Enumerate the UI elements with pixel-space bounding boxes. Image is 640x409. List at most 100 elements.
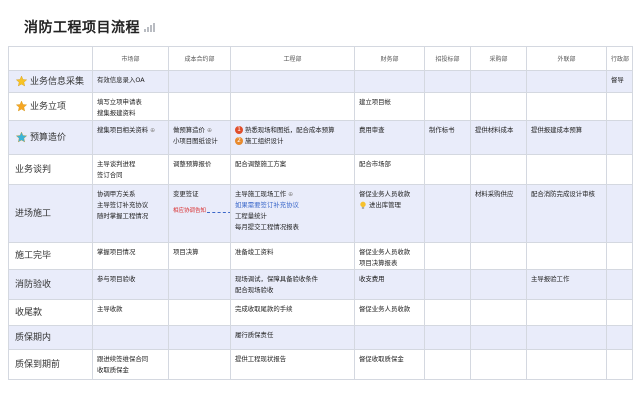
cell-text: 掌握项目情况 [97, 248, 136, 256]
table-cell [230, 92, 355, 121]
cell-text: 小项目图纸设计 [173, 137, 218, 145]
table-cell [92, 325, 169, 350]
table-cell [470, 299, 527, 326]
cell-text: 项目决算 [173, 248, 199, 256]
table-cell [424, 349, 471, 380]
cell-text: 建立项目帐 [359, 98, 391, 106]
row-label: 施工完毕 [8, 242, 93, 270]
cell-text: 配合现场验收 [235, 286, 274, 294]
cell-text: 2 施工组织设计 [235, 136, 350, 147]
table-cell [424, 242, 471, 270]
table-cell: 建立项目帐 [354, 92, 425, 121]
table-cell [424, 70, 471, 93]
cell-text: 督导 [611, 76, 624, 84]
table-row: 业务立项 填写立项申请表 搜集报建资料 建立项目帐 [8, 92, 633, 121]
table-cell: 主导谈判进程 签订合同 [92, 154, 169, 185]
process-document: 消防工程项目流程 市场部 成本合约部 工程部 财务部 招投标部 采购部 外联部 … [0, 0, 640, 409]
header-cell [8, 46, 93, 71]
table-cell: 项目决算 [168, 242, 231, 270]
row-label: 质保期内 [8, 325, 93, 350]
table-cell: 督导 [606, 70, 633, 93]
cell-text: 签订合同 [97, 171, 123, 179]
table-cell: 调整预算报价 [168, 154, 231, 185]
table-row: 业务谈判 主导谈判进程 签订合同 调整预算报价 配合调整施工方案 配合市场部 [8, 154, 633, 185]
table-cell: 变更签证 相应协调告知 [168, 184, 231, 243]
cell-text: 调整预算报价 [173, 160, 212, 168]
cell-text: 1 熟悉现场和图纸，配合成本预算 [235, 125, 350, 136]
cell-text: 督促业务人员收款 [359, 190, 411, 198]
table-cell: 配合市场部 [354, 154, 425, 185]
header-cell: 财务部 [354, 46, 425, 71]
table-cell [470, 92, 527, 121]
table-cell [526, 70, 607, 93]
table-cell [168, 269, 231, 300]
table-cell [606, 325, 633, 350]
cell-text: 履行质保责任 [235, 331, 274, 339]
table-cell: 主导报验工作 [526, 269, 607, 300]
table-cell: 提供材料成本 [470, 120, 527, 155]
cell-text: 收支费用 [359, 275, 385, 283]
row-label: 预算造价 [8, 120, 93, 155]
table-cell [424, 92, 471, 121]
row-label: 业务谈判 [8, 154, 93, 185]
cell-text: 进出库管理 [359, 200, 420, 211]
table-cell: 掌握项目情况 [92, 242, 169, 270]
table-cell [470, 242, 527, 270]
table-cell: 主导施工现场工作 ⊕ 如果需要签订补充协议 工程量统计 每月提交工程情况报表 [230, 184, 355, 243]
table-row: 预算造价 搜集项目相关资料 ⊕ 做预算造价 ⊕ 小项目图纸设计 1 熟悉现场和图纸，配合成本预… [8, 120, 633, 155]
table-cell [168, 70, 231, 93]
table-cell [470, 349, 527, 380]
table-cell [470, 269, 527, 300]
cell-text: 督促业务人员收款 [359, 248, 411, 256]
cell-text: 提供报建成本预算 [531, 126, 583, 134]
cell-text: 主导签订补充协议 [97, 201, 149, 209]
table-cell [606, 184, 633, 243]
table-cell: 配合调整施工方案 [230, 154, 355, 185]
table-cell: 参与项目验收 [92, 269, 169, 300]
table-cell [424, 154, 471, 185]
expand-plus-icon[interactable]: ⊕ [207, 125, 212, 136]
orange-star-icon [15, 100, 28, 112]
table-cell: 收支费用 [354, 269, 425, 300]
cell-text: 准备竣工资料 [235, 248, 274, 256]
lightbulb-icon [359, 201, 367, 210]
red-badge-icon: 1 [235, 126, 243, 134]
cell-text: 配合消防完成设计审核 [531, 190, 595, 198]
cell-text: 督促收取质保金 [359, 355, 404, 363]
table-cell: 有效信息录入OA [92, 70, 169, 93]
table-cell [606, 242, 633, 270]
table-cell [526, 325, 607, 350]
header-cell: 成本合约部 [168, 46, 231, 71]
table-cell [424, 325, 471, 350]
table-row: 消防验收 参与项目验收 现场调试，保障具备验收条件 配合现场验收 收支费用 主导报验工作 [8, 269, 633, 300]
expand-plus-icon[interactable]: ⊕ [288, 189, 293, 200]
table-cell [424, 184, 471, 243]
cell-text: 变更签证 [173, 190, 199, 198]
table-cell [606, 92, 633, 121]
table-cell: 跟进续签维保合同 收取质保金 [92, 349, 169, 380]
table-cell [354, 70, 425, 93]
table-cell: 督促业务人员收款进出库管理 [354, 184, 425, 243]
header-cell: 工程部 [230, 46, 355, 71]
table-cell: 制作标书 [424, 120, 471, 155]
cell-text: 制作标书 [429, 126, 455, 134]
table-row: 质保到期前 跟进续签维保合同 收取质保金 提供工程现状报告 督促收取质保金 [8, 349, 633, 380]
cell-text: 协调甲方关系 [97, 190, 136, 198]
table-cell [606, 269, 633, 300]
table-cell [168, 325, 231, 350]
table-row: 施工完毕 掌握项目情况 项目决算 准备竣工资料 督促业务人员收款 项目决算报表 [8, 242, 633, 270]
cell-text: 主导谈判进程 [97, 160, 136, 168]
table-cell [168, 299, 231, 326]
table-cell [606, 349, 633, 380]
header-cell: 外联部 [526, 46, 607, 71]
cell-text: 每月提交工程情况报表 [235, 223, 299, 231]
table-cell [424, 269, 471, 300]
table-cell [526, 349, 607, 380]
cell-text: 项目决算报表 [359, 259, 398, 267]
cell-text: 配合市场部 [359, 160, 391, 168]
table-cell: 费用审查 [354, 120, 425, 155]
expand-plus-icon[interactable]: ⊕ [150, 125, 155, 136]
table-cell: 督促业务人员收款 项目决算报表 [354, 242, 425, 270]
cell-text: 现场调试，保障具备验收条件 [235, 275, 319, 283]
table-cell [526, 154, 607, 185]
